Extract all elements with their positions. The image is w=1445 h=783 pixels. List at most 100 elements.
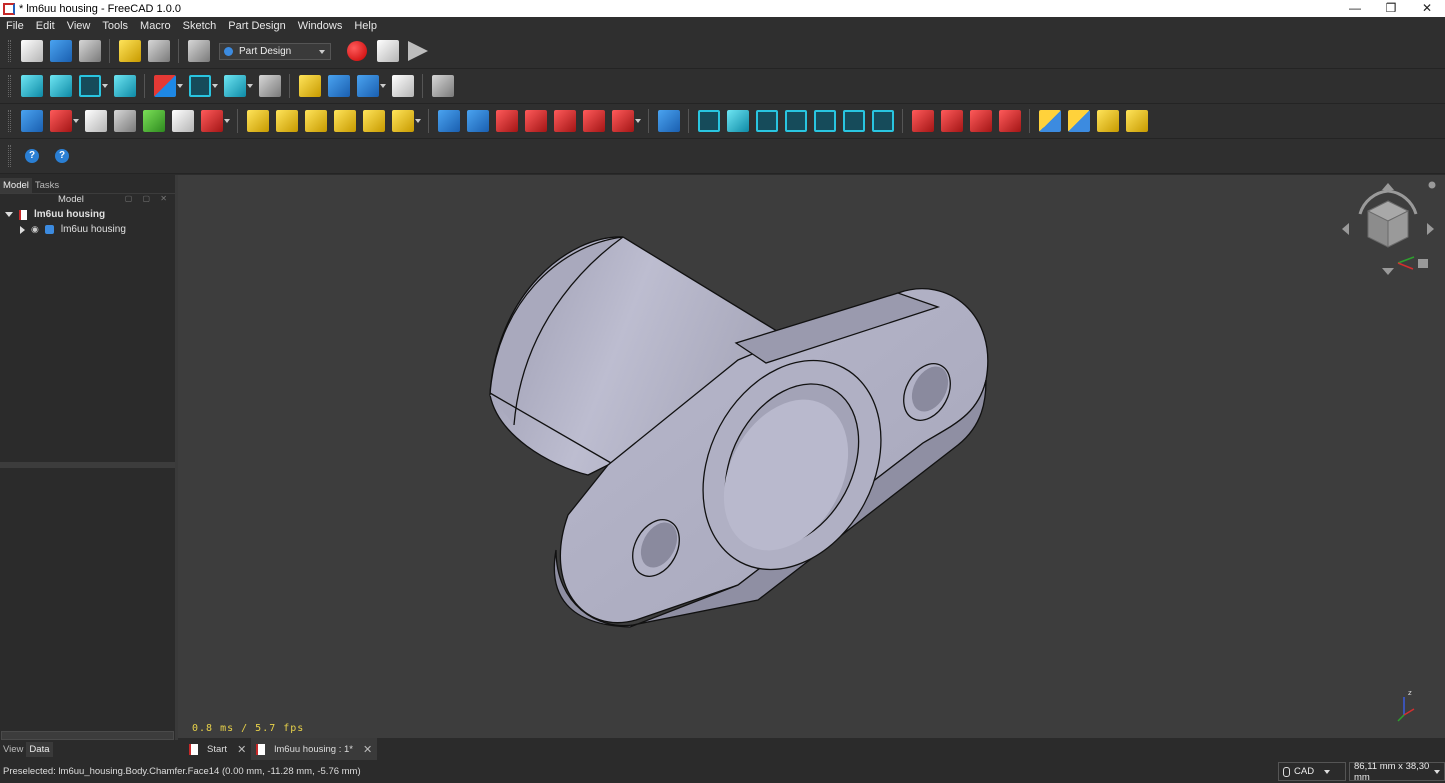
dimension-display[interactable]: 86,11 mm x 38,30 mm bbox=[1349, 761, 1445, 783]
draw-style-icon[interactable] bbox=[153, 75, 176, 97]
linear-pattern-icon[interactable] bbox=[726, 110, 749, 132]
close-window-button[interactable]: ✕ bbox=[1409, 0, 1445, 17]
boolean-icon[interactable] bbox=[657, 110, 680, 132]
tab-start[interactable]: Start ✕ bbox=[184, 738, 251, 760]
chevron-down-icon[interactable] bbox=[415, 119, 421, 123]
tree-item-document[interactable]: lm6uu housing bbox=[0, 207, 175, 222]
thickness-icon[interactable] bbox=[998, 110, 1021, 132]
menu-edit[interactable]: Edit bbox=[30, 20, 61, 32]
chevron-down-icon[interactable] bbox=[247, 84, 253, 88]
workbench-selector[interactable]: Part Design bbox=[219, 42, 331, 60]
subtractive-primitive-icon[interactable] bbox=[611, 110, 634, 132]
variable-set-icon[interactable] bbox=[391, 75, 414, 97]
tab-data[interactable]: Data bbox=[26, 742, 53, 757]
create-sketch-icon[interactable] bbox=[49, 110, 72, 132]
multi-transform-icon[interactable] bbox=[784, 110, 807, 132]
caliper-icon[interactable] bbox=[258, 75, 281, 97]
model-render[interactable] bbox=[178, 175, 1445, 738]
chevron-down-icon[interactable] bbox=[102, 84, 108, 88]
fillet-icon[interactable] bbox=[911, 110, 934, 132]
shape-binder-icon[interactable] bbox=[142, 110, 165, 132]
add-parts-icon[interactable] bbox=[1038, 110, 1061, 132]
parts-library-icon[interactable] bbox=[1067, 110, 1090, 132]
toolbar-grip[interactable] bbox=[8, 75, 11, 97]
subtractive-helix-icon[interactable] bbox=[582, 110, 605, 132]
pad-icon[interactable] bbox=[246, 110, 269, 132]
menu-file[interactable]: File bbox=[0, 20, 30, 32]
chevron-down-icon[interactable] bbox=[177, 84, 183, 88]
chevron-down-icon[interactable] bbox=[635, 119, 641, 123]
create-part-icon[interactable] bbox=[298, 75, 321, 97]
clone-icon[interactable] bbox=[113, 110, 136, 132]
macro-editor-icon[interactable] bbox=[376, 40, 399, 62]
whats-this-help-icon[interactable]: ? bbox=[55, 149, 69, 163]
fit-selection-icon[interactable] bbox=[49, 75, 72, 97]
menu-part-design[interactable]: Part Design bbox=[222, 20, 291, 32]
additive-pipe-icon[interactable] bbox=[333, 110, 356, 132]
hole-icon[interactable] bbox=[466, 110, 489, 132]
revolution-icon[interactable] bbox=[275, 110, 298, 132]
chevron-down-icon[interactable] bbox=[212, 84, 218, 88]
macro-record-icon[interactable] bbox=[347, 41, 367, 61]
undo-icon[interactable] bbox=[118, 40, 141, 62]
save-icon[interactable] bbox=[78, 40, 101, 62]
subtractive-pipe-icon[interactable] bbox=[553, 110, 576, 132]
restore-button[interactable]: ❒ bbox=[1373, 0, 1409, 17]
draft-icon[interactable] bbox=[969, 110, 992, 132]
chevron-down-icon[interactable] bbox=[380, 84, 386, 88]
isometric-view-icon[interactable] bbox=[78, 75, 101, 97]
minimize-button[interactable]: — bbox=[1337, 0, 1373, 17]
create-group-icon[interactable] bbox=[327, 75, 350, 97]
whats-this-icon[interactable] bbox=[431, 75, 454, 97]
toolbar-grip[interactable] bbox=[8, 40, 11, 62]
tab-model[interactable]: Model bbox=[0, 178, 32, 193]
gear-parts-icon[interactable] bbox=[1096, 110, 1119, 132]
help-icon[interactable]: ? bbox=[25, 149, 39, 163]
3d-viewport[interactable]: z 0.8 ms / 5.7 fps bbox=[178, 175, 1445, 738]
collapse-arrow-icon[interactable] bbox=[20, 225, 25, 234]
view-tools-icon[interactable] bbox=[113, 75, 136, 97]
expand-arrow-icon[interactable] bbox=[5, 212, 13, 217]
close-tab-icon[interactable]: ✕ bbox=[237, 743, 246, 756]
toolbar-grip[interactable] bbox=[8, 145, 11, 167]
refresh-icon[interactable] bbox=[187, 40, 210, 62]
menu-tools[interactable]: Tools bbox=[96, 20, 134, 32]
tab-tasks[interactable]: Tasks bbox=[32, 178, 62, 193]
validate-sketch-icon[interactable] bbox=[84, 110, 107, 132]
menu-view[interactable]: View bbox=[61, 20, 97, 32]
chevron-down-icon[interactable] bbox=[224, 119, 230, 123]
new-document-icon[interactable] bbox=[20, 40, 43, 62]
tab-view[interactable]: View bbox=[0, 742, 26, 757]
additive-helix-icon[interactable] bbox=[362, 110, 385, 132]
additive-primitive-icon[interactable] bbox=[391, 110, 414, 132]
pattern-extra-2-icon[interactable] bbox=[871, 110, 894, 132]
create-body-icon[interactable] bbox=[20, 110, 43, 132]
fit-all-icon[interactable] bbox=[20, 75, 43, 97]
chevron-down-icon[interactable] bbox=[73, 119, 79, 123]
macro-run-icon[interactable] bbox=[408, 41, 428, 61]
close-tab-icon[interactable]: ✕ bbox=[363, 743, 372, 756]
open-document-icon[interactable] bbox=[49, 40, 72, 62]
menu-sketch[interactable]: Sketch bbox=[177, 20, 223, 32]
visibility-eye-icon[interactable]: ◉ bbox=[31, 224, 39, 235]
datum-plane-icon[interactable] bbox=[200, 110, 223, 132]
pocket-icon[interactable] bbox=[437, 110, 460, 132]
additive-loft-icon[interactable] bbox=[304, 110, 327, 132]
measure-icon[interactable] bbox=[223, 75, 246, 97]
navigation-style-selector[interactable]: CAD bbox=[1278, 762, 1346, 781]
bounding-box-icon[interactable] bbox=[188, 75, 211, 97]
fasteners-icon[interactable] bbox=[1125, 110, 1148, 132]
menu-windows[interactable]: Windows bbox=[292, 20, 349, 32]
redo-icon[interactable] bbox=[147, 40, 170, 62]
polar-pattern-icon[interactable] bbox=[755, 110, 778, 132]
chamfer-icon[interactable] bbox=[940, 110, 963, 132]
property-scrollbar[interactable] bbox=[1, 731, 174, 740]
groove-icon[interactable] bbox=[495, 110, 518, 132]
menu-help[interactable]: Help bbox=[348, 20, 383, 32]
mirrored-icon[interactable] bbox=[697, 110, 720, 132]
tab-document[interactable]: lm6uu housing : 1* ✕ bbox=[251, 738, 378, 760]
tree-item-body[interactable]: ◉ lm6uu housing bbox=[0, 222, 175, 237]
navigation-cube[interactable] bbox=[1338, 179, 1438, 279]
menu-macro[interactable]: Macro bbox=[134, 20, 177, 32]
pattern-extra-icon[interactable] bbox=[842, 110, 865, 132]
